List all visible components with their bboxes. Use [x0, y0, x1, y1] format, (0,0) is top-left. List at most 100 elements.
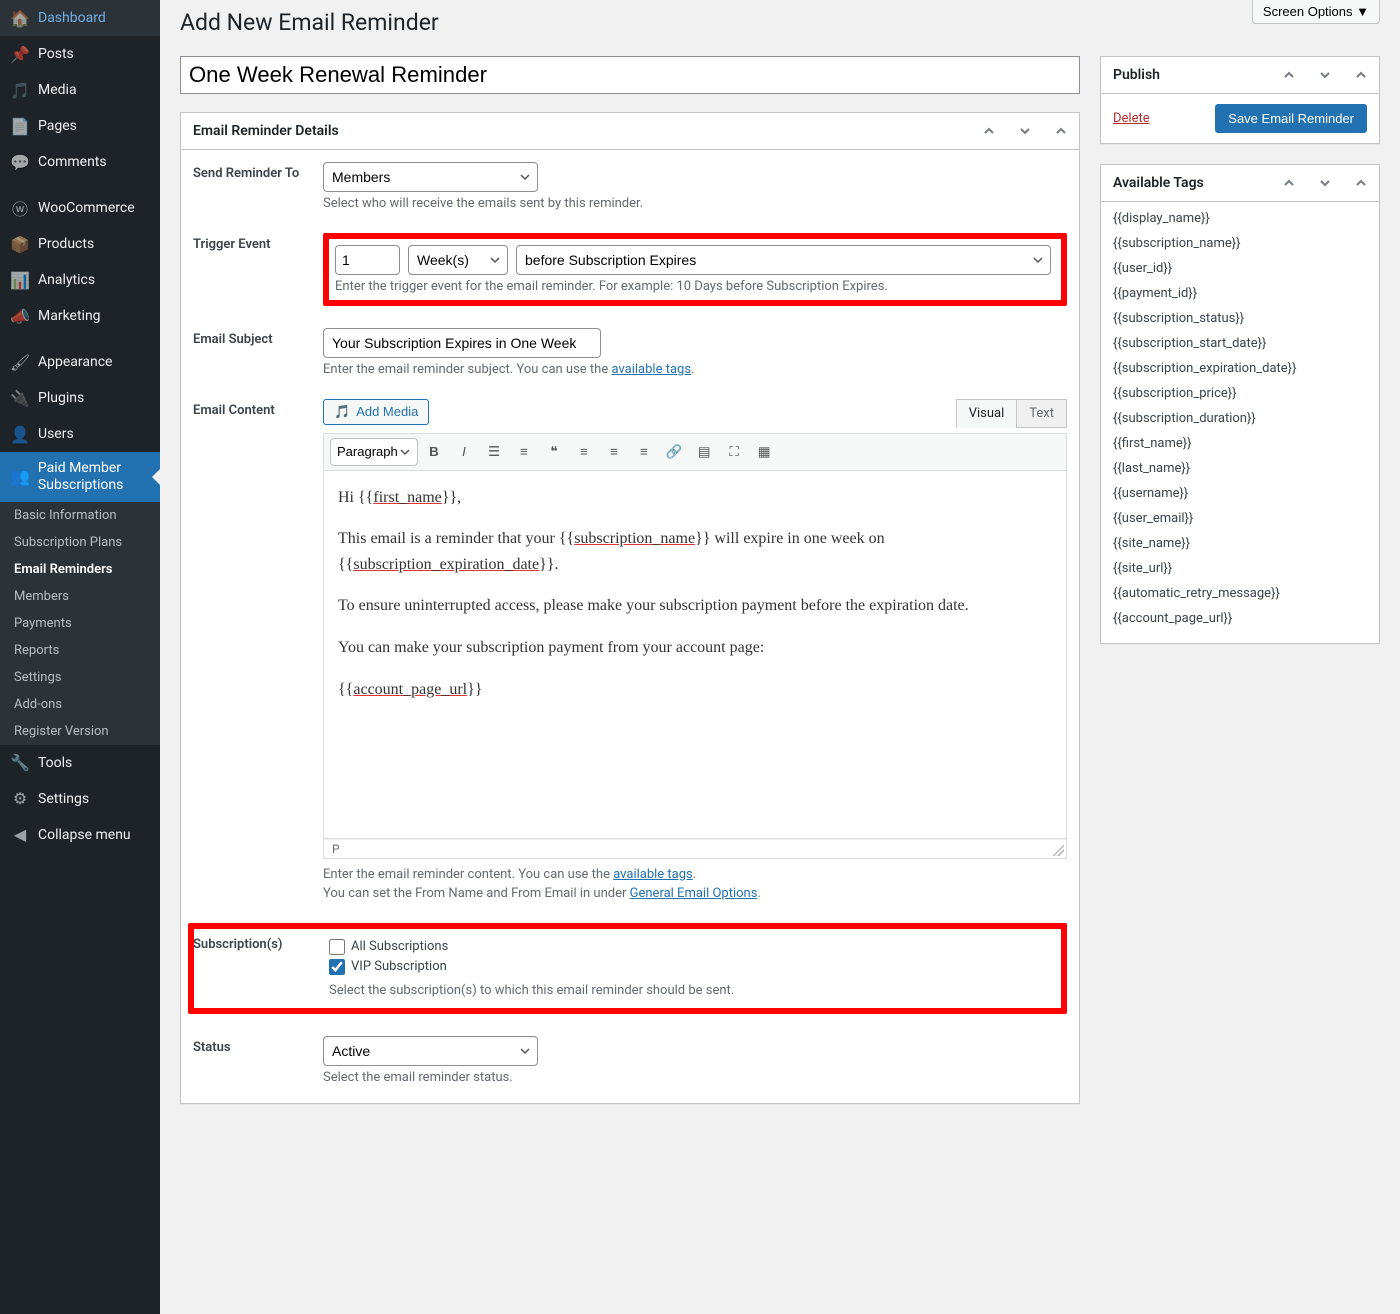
sidebar-item-marketing[interactable]: 📣Marketing	[0, 298, 160, 334]
submenu-email-reminders[interactable]: Email Reminders	[0, 556, 160, 583]
sidebar-item-dashboard[interactable]: 🏠Dashboard	[0, 0, 160, 36]
sidebar-item-label: Media	[38, 82, 77, 98]
delete-link[interactable]: Delete	[1113, 111, 1150, 126]
toggle-button[interactable]	[1343, 57, 1379, 93]
tag-item[interactable]: {{display_name}}	[1113, 206, 1367, 231]
sidebar-item-label: Analytics	[38, 272, 95, 288]
move-up-button[interactable]	[971, 113, 1007, 149]
sidebar-item-pages[interactable]: 📄Pages	[0, 108, 160, 144]
resize-handle[interactable]	[1052, 844, 1064, 856]
sidebar-item-woocommerce[interactable]: ⓦWooCommerce	[0, 190, 160, 226]
sidebar-item-label: Tools	[38, 755, 72, 771]
move-down-button[interactable]	[1307, 57, 1343, 93]
tag-item[interactable]: {{username}}	[1113, 481, 1367, 506]
readmore-button[interactable]: ▤	[690, 438, 718, 466]
toggle-button[interactable]	[1343, 165, 1379, 201]
italic-button[interactable]: I	[450, 438, 478, 466]
submenu-members[interactable]: Members	[0, 583, 160, 610]
sidebar-item-tools[interactable]: 🔧Tools	[0, 745, 160, 781]
move-up-button[interactable]	[1271, 57, 1307, 93]
tag-item[interactable]: {{site_name}}	[1113, 531, 1367, 556]
tag-item[interactable]: {{subscription_start_date}}	[1113, 331, 1367, 356]
sidebar-item-analytics[interactable]: 📊Analytics	[0, 262, 160, 298]
postbox-title: Available Tags	[1101, 165, 1271, 201]
submenu-settings[interactable]: Settings	[0, 664, 160, 691]
toggle-button[interactable]	[1043, 113, 1079, 149]
tag-item[interactable]: {{subscription_status}}	[1113, 306, 1367, 331]
general-email-options-link[interactable]: General Email Options	[630, 886, 758, 901]
title-input[interactable]	[180, 56, 1080, 94]
tags-list: {{display_name}} {{subscription_name}} {…	[1101, 202, 1379, 643]
tag-item[interactable]: {{payment_id}}	[1113, 281, 1367, 306]
postbox-title: Email Reminder Details	[181, 113, 971, 149]
sidebar-item-paid-member-subscriptions[interactable]: 👥Paid Member Subscriptions	[0, 452, 160, 502]
link-button[interactable]: 🔗	[660, 438, 688, 466]
sidebar-item-label: Settings	[38, 791, 89, 807]
sidebar-item-posts[interactable]: 📌Posts	[0, 36, 160, 72]
bold-button[interactable]: B	[420, 438, 448, 466]
align-center-button[interactable]: ≡	[600, 438, 628, 466]
tag-item[interactable]: {{last_name}}	[1113, 456, 1367, 481]
submenu-basic-information[interactable]: Basic Information	[0, 502, 160, 529]
align-left-button[interactable]: ≡	[570, 438, 598, 466]
subject-input[interactable]	[323, 328, 601, 358]
sidebar-item-settings[interactable]: ⚙Settings	[0, 781, 160, 817]
format-select[interactable]: Paragraph	[330, 438, 418, 466]
quote-button[interactable]: ❝	[540, 438, 568, 466]
tab-text[interactable]: Text	[1016, 399, 1067, 428]
add-media-button[interactable]: 🎵Add Media	[323, 399, 429, 425]
vip-subscription-checkbox[interactable]	[329, 959, 345, 975]
toolbar-toggle-button[interactable]: ▦	[750, 438, 778, 466]
editor-status-bar: P	[323, 839, 1067, 859]
sidebar-item-label: Paid Member Subscriptions	[38, 460, 150, 494]
tag-item[interactable]: {{site_url}}	[1113, 556, 1367, 581]
sidebar-item-label: Collapse menu	[38, 827, 131, 843]
move-up-button[interactable]	[1271, 165, 1307, 201]
move-down-button[interactable]	[1307, 165, 1343, 201]
submenu-reports[interactable]: Reports	[0, 637, 160, 664]
tag-item[interactable]: {{user_email}}	[1113, 506, 1367, 531]
trigger-when-select[interactable]: before Subscription Expires	[516, 245, 1051, 275]
move-down-button[interactable]	[1007, 113, 1043, 149]
sidebar-item-comments[interactable]: 💬Comments	[0, 144, 160, 180]
fullscreen-button[interactable]: ⛶	[720, 438, 748, 466]
editor-body[interactable]: Hi {{first_name}}, This email is a remin…	[323, 471, 1067, 839]
sidebar-item-products[interactable]: 📦Products	[0, 226, 160, 262]
tag-item[interactable]: {{account_page_url}}	[1113, 606, 1367, 631]
submenu-payments[interactable]: Payments	[0, 610, 160, 637]
tag-item[interactable]: {{subscription_name}}	[1113, 231, 1367, 256]
sidebar-item-media[interactable]: 🎵Media	[0, 72, 160, 108]
save-email-reminder-button[interactable]: Save Email Reminder	[1215, 104, 1367, 133]
checkbox-label: All Subscriptions	[351, 939, 448, 954]
send-to-select[interactable]: Members	[323, 162, 538, 192]
bullet-list-button[interactable]: ☰	[480, 438, 508, 466]
subject-desc: Enter the email reminder subject. You ca…	[323, 362, 1067, 377]
all-subscriptions-checkbox[interactable]	[329, 939, 345, 955]
available-tags-link[interactable]: available tags	[613, 867, 693, 882]
sidebar-item-collapse[interactable]: ◀Collapse menu	[0, 817, 160, 853]
sidebar-item-plugins[interactable]: 🔌Plugins	[0, 380, 160, 416]
sidebar-item-label: Marketing	[38, 308, 101, 324]
tab-visual[interactable]: Visual	[956, 399, 1018, 428]
sidebar-item-label: WooCommerce	[38, 200, 135, 216]
tag-item[interactable]: {{first_name}}	[1113, 431, 1367, 456]
screen-options-toggle[interactable]: Screen Options ▼	[1252, 0, 1380, 24]
available-tags-link[interactable]: available tags	[611, 362, 691, 377]
submenu-subscription-plans[interactable]: Subscription Plans	[0, 529, 160, 556]
sidebar-item-appearance[interactable]: 🖌Appearance	[0, 344, 160, 380]
submenu-register-version[interactable]: Register Version	[0, 718, 160, 745]
sidebar-item-users[interactable]: 👤Users	[0, 416, 160, 452]
trigger-label: Trigger Event	[193, 233, 323, 306]
tag-item[interactable]: {{subscription_expiration_date}}	[1113, 356, 1367, 381]
status-select[interactable]: Active	[323, 1036, 538, 1066]
numbered-list-button[interactable]: ≡	[510, 438, 538, 466]
tag-item[interactable]: {{user_id}}	[1113, 256, 1367, 281]
submenu-addons[interactable]: Add-ons	[0, 691, 160, 718]
trigger-number-input[interactable]	[335, 245, 400, 275]
tag-item[interactable]: {{subscription_duration}}	[1113, 406, 1367, 431]
trigger-unit-select[interactable]: Week(s)	[408, 245, 508, 275]
align-right-button[interactable]: ≡	[630, 438, 658, 466]
screen-options: Screen Options ▼	[1252, 0, 1380, 24]
tag-item[interactable]: {{automatic_retry_message}}	[1113, 581, 1367, 606]
tag-item[interactable]: {{subscription_price}}	[1113, 381, 1367, 406]
